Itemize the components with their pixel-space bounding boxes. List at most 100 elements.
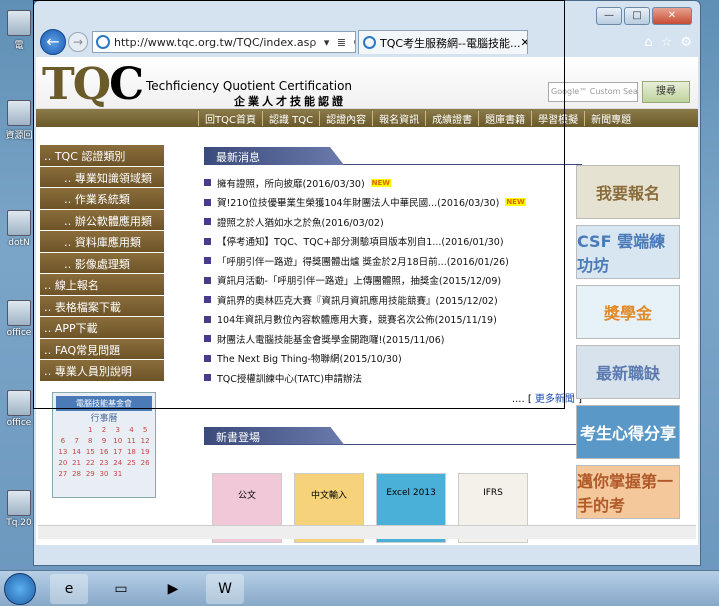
sidebar-item[interactable]: ‥ 線上報名: [40, 274, 164, 296]
forward-button[interactable]: →: [68, 32, 88, 52]
menu-item[interactable]: 報名資訊: [372, 110, 425, 126]
news-item[interactable]: 資訊界的奧林匹克大賽『資訊月資訊應用技能競賽』(2015/12/02): [204, 290, 582, 310]
menu-item[interactable]: 回TQC首頁: [198, 110, 262, 126]
bullet-icon: [204, 335, 211, 343]
desktop-icon-label: dotN: [8, 238, 30, 248]
tqc-logo[interactable]: TQC: [42, 59, 144, 110]
calendar-day: 10: [113, 436, 123, 445]
right-banner[interactable]: 最新職缺: [576, 345, 680, 399]
right-banner[interactable]: 我要報名: [576, 165, 680, 219]
news-item[interactable]: 財團法人電腦技能基金會獎學金開跑囉!(2015/11/06): [204, 329, 582, 349]
calendar-day: 26: [140, 458, 150, 467]
desktop-icon-label: 電: [14, 41, 24, 51]
desktop-icon-office-1[interactable]: office: [2, 300, 36, 338]
calendar-day: 14: [72, 447, 82, 456]
home-icon[interactable]: ⌂: [644, 35, 652, 50]
back-button[interactable]: ←: [40, 29, 66, 55]
desktop-icon-tq[interactable]: Tq.20: [2, 490, 36, 528]
tab-favicon-icon: [363, 36, 376, 49]
sidebar-item[interactable]: ‥ 表格檔案下載: [40, 295, 164, 317]
search-input[interactable]: Google™ Custom Sea: [548, 82, 638, 102]
calendar-day: 21: [72, 458, 82, 467]
taskbar-word-icon[interactable]: W: [206, 573, 244, 604]
news-item-text: 財團法人電腦技能基金會獎學金開跑囉!(2015/11/06): [217, 334, 445, 346]
taskbar-ie-icon[interactable]: e: [50, 573, 88, 604]
tab-title: TQC考生服務網--電腦技能...: [380, 36, 521, 50]
new-tab-button[interactable]: [530, 31, 558, 53]
taskbar-explorer-icon[interactable]: ▭: [102, 574, 140, 604]
minimize-button[interactable]: —: [596, 7, 622, 25]
address-tools[interactable]: ρ ▾ ≣ C ✕: [309, 36, 355, 49]
start-button[interactable]: [4, 572, 36, 605]
news-item[interactable]: 【停考通知】TQC、TQC+部分測驗項目版本別自1...(2016/01/30): [204, 232, 582, 252]
settings-gear-icon[interactable]: ⚙: [680, 35, 692, 50]
news-item-text: 【停考通知】TQC、TQC+部分測驗項目版本別自1...(2016/01/30): [217, 237, 504, 249]
calendar-day: 18: [126, 447, 136, 456]
news-item[interactable]: 「呼朋引伴一路遊」得獎團體出爐 獎金於2月18日前...(2016/01/26): [204, 251, 582, 271]
browser-tab[interactable]: TQC考生服務網--電腦技能... ✕: [358, 30, 528, 54]
calendar-day: 4: [129, 425, 134, 434]
event-calendar[interactable]: 電腦技能基金會 行事曆 1 2 3 4 5 6 7 8 9 10 11 12 13 14 15 16 17 18 1…: [52, 391, 156, 498]
maximize-button[interactable]: □: [624, 7, 650, 25]
calendar-title: 行事曆: [90, 413, 118, 424]
desktop-icon-label: office: [6, 418, 32, 428]
news-item[interactable]: TQC授權訓練中心(TATC)申請辦法: [204, 368, 582, 388]
web-page: TQC Techficiency Quotient Certification …: [36, 57, 698, 545]
news-item-text: 證照之於人猶如水之於魚(2016/03/02): [217, 217, 384, 229]
more-news-link[interactable]: 更多新聞: [535, 394, 575, 405]
favorites-star-icon[interactable]: ☆: [661, 35, 673, 50]
sidebar-item[interactable]: ‥ TQC 認證類別: [40, 145, 164, 167]
right-banner[interactable]: 考生心得分享: [576, 405, 680, 459]
calendar-day: 9: [101, 436, 107, 445]
right-banner[interactable]: 獎學金: [576, 285, 680, 339]
desktop-icon-dotnet[interactable]: dotN: [2, 210, 36, 248]
sidebar-item[interactable]: ‥ 資料庫應用類: [40, 231, 164, 253]
taskbar-media-icon[interactable]: ▶: [154, 574, 192, 604]
menu-item[interactable]: 成績證書: [425, 110, 478, 126]
menu-item[interactable]: 題庫書籍: [478, 110, 531, 126]
search-button[interactable]: 搜尋: [642, 81, 690, 103]
bullet-icon: [204, 198, 211, 206]
news-item-text: 「呼朋引伴一路遊」得獎團體出爐 獎金於2月18日前...(2016/01/26): [217, 256, 509, 268]
taskbar: e ▭ ▶ W: [0, 570, 719, 606]
menu-item[interactable]: 認證內容: [319, 110, 372, 126]
news-item[interactable]: 賀!210位技優畢業生榮獲104年財團法人中華民國...(2016/03/30)…: [204, 193, 582, 213]
bullet-icon: [204, 257, 211, 265]
news-item[interactable]: 擁有證照，所向披靡(2016/03/30) NEW: [204, 173, 582, 193]
news-item[interactable]: 證照之於人猶如水之於魚(2016/03/02): [204, 212, 582, 232]
calendar-day: 11: [126, 436, 136, 445]
desktop-icon-computer[interactable]: 電: [2, 10, 36, 51]
browser-window: — □ ✕ ← → http://www.tqc.org.tw/TQC/inde…: [33, 0, 701, 566]
horizontal-scrollbar[interactable]: [38, 525, 696, 539]
sidebar-item[interactable]: ‥ 專業人員別說明: [40, 360, 164, 382]
calendar-day: 7: [74, 436, 79, 445]
sidebar-item[interactable]: ‥ APP下載: [40, 317, 164, 339]
menu-item[interactable]: 新聞專題: [584, 110, 637, 126]
address-bar[interactable]: http://www.tqc.org.tw/TQC/index.as ρ ▾ ≣…: [92, 31, 356, 53]
right-banner[interactable]: CSF 雲端練功坊: [576, 225, 680, 279]
right-banner[interactable]: 邁你掌握第一手的考: [576, 465, 680, 519]
sidebar-item[interactable]: ‥ 專業知識領域類: [40, 166, 164, 188]
news-item[interactable]: 資訊月活動-「呼朋引伴一路遊」上傳團體照，抽獎金(2015/12/09): [204, 271, 582, 291]
news-item[interactable]: The Next Big Thing-物聯網(2015/10/30): [204, 349, 582, 369]
menu-item[interactable]: 認識 TQC: [261, 110, 319, 126]
bullet-icon: [204, 315, 211, 323]
sidebar-item[interactable]: ‥ 作業系統類: [40, 188, 164, 210]
desktop-icon-label: 資源回: [5, 131, 33, 141]
sidebar-item[interactable]: ‥ FAQ常見問題: [40, 338, 164, 360]
desktop-icon-office-2[interactable]: office: [2, 390, 36, 428]
sidebar-item[interactable]: ‥ 影像處理類: [40, 252, 164, 274]
calendar-day: 8: [88, 436, 93, 445]
close-button[interactable]: ✕: [652, 7, 692, 25]
news-section-title: 最新消息: [204, 147, 344, 165]
bullet-icon: [204, 276, 211, 284]
sidebar-item[interactable]: ‥ 辦公軟體應用類: [40, 209, 164, 231]
menu-item[interactable]: 學習模擬: [531, 110, 584, 126]
bullet-icon: [204, 218, 211, 226]
calendar-day: [70, 426, 84, 434]
desktop-icon-recycle-bin[interactable]: 資源回: [2, 100, 36, 141]
calendar-day: 29: [85, 469, 95, 478]
news-item[interactable]: 104年資訊月數位內容軟體應用大賽，競賽名次公佈(2015/11/19): [204, 310, 582, 330]
tab-close-icon[interactable]: ✕: [521, 36, 528, 49]
site-tagline: Techficiency Quotient Certification: [146, 79, 353, 93]
